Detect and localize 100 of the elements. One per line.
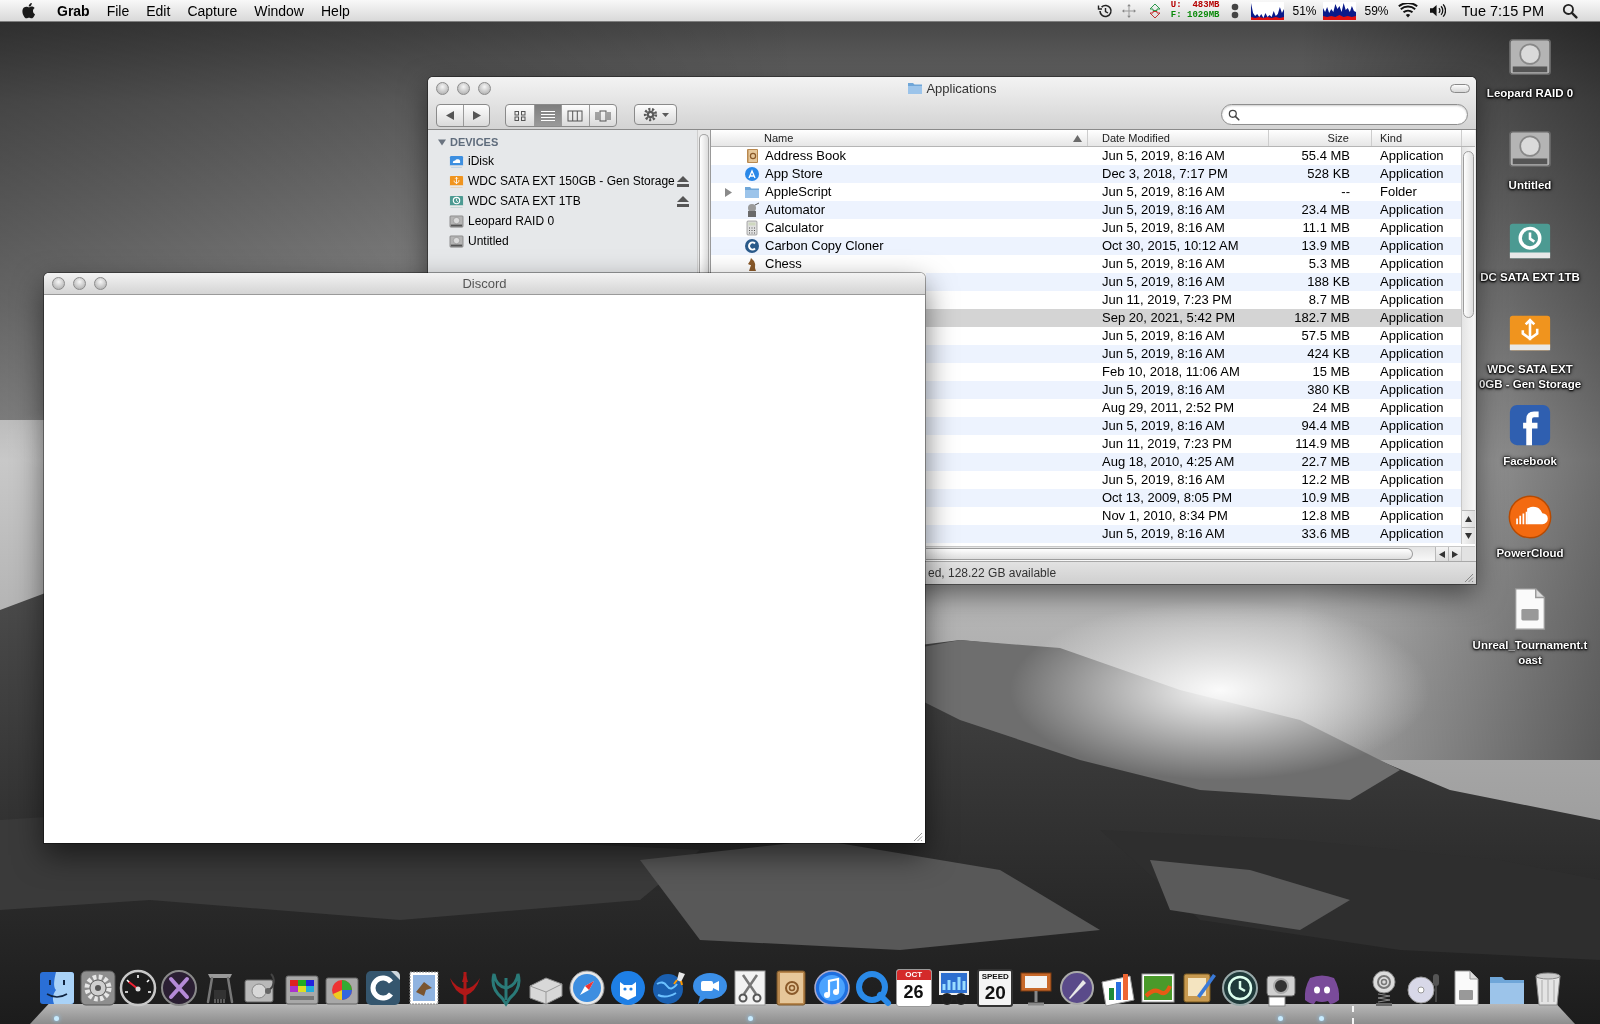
file-row[interactable]: Jun 5, 2019, 8:16 AM 424 KB Application [926,345,1461,363]
modified-date: Jun 5, 2019, 8:16 AM [1101,525,1226,543]
close-button[interactable] [436,81,449,95]
scrollbar-thumb[interactable] [1463,151,1474,318]
menu-item[interactable]: Edit [146,2,171,19]
scroll-right-button[interactable] [1448,547,1461,561]
search-icon[interactable] [1562,2,1578,19]
menu-item[interactable]: File [106,2,130,19]
close-button[interactable] [52,277,65,290]
file-row[interactable]: Automator Jun 5, 2019, 8:16 AM 23.4 MB Application [711,201,1461,219]
modified-date: Aug 18, 2010, 4:25 AM [1101,453,1236,471]
desktop-icon-label[interactable]: Facebook [1503,454,1557,469]
menu-clock[interactable]: Tue 7:15 PM [1461,2,1544,19]
x-disc-icon[interactable] [159,968,200,1008]
scroll-up-button[interactable] [1462,510,1475,527]
file-row[interactable]: Sep 20, 2021, 5:42 PM 182.7 MB Application [926,309,1461,327]
desktop-icon-label[interactable]: DC SATA EXT 1TB [1480,270,1580,285]
menu-item[interactable]: Help [321,2,350,19]
column-header[interactable]: Name [711,130,1088,146]
modified-date: Nov 1, 2010, 8:34 PM [1101,507,1229,525]
disclosure-triangle-icon[interactable] [438,138,446,146]
menu-item[interactable]: Window [254,2,304,19]
letter-c-disc-icon [744,238,760,254]
eject-icon[interactable] [677,195,689,207]
modified-date: Jun 11, 2019, 7:23 PM [1101,291,1233,309]
desktop-icon-label[interactable]: WDC SATA EXT 0GB - Gen Storage [1478,362,1582,392]
disclosure-triangle-icon[interactable] [724,187,732,197]
file-row[interactable]: Jun 5, 2019, 8:16 AM 33.6 MB Application [926,525,1461,543]
desktop-icon-label[interactable]: Untitled [1508,178,1552,193]
sidebar-item[interactable]: Leopard RAID 0 [428,211,697,231]
resize-grip-icon[interactable] [912,831,923,842]
gauge-icon[interactable] [118,968,159,1008]
file-kind: Application [1379,291,1445,309]
wifi-icon[interactable] [1397,2,1418,19]
activity-lights-icon[interactable] [1231,2,1240,19]
file-row[interactable]: App Store Dec 3, 2018, 7:17 PM 528 KB Application [711,165,1461,183]
gear-tile-icon[interactable] [77,968,118,1008]
sidebar-item[interactable]: Untitled [428,231,697,251]
modified-date: Jun 5, 2019, 8:16 AM [1101,219,1226,237]
modified-date: Oct 30, 2015, 10:12 AM [1101,237,1240,255]
file-row[interactable]: Aug 18, 2010, 4:25 AM 22.7 MB Application [926,453,1461,471]
modified-date: Sep 20, 2021, 5:42 PM [1101,309,1236,327]
app-menu-title[interactable]: Grab [57,2,90,19]
history-clock-icon[interactable] [1096,2,1113,19]
eject-icon[interactable] [677,175,689,187]
file-row[interactable]: Jun 5, 2019, 8:16 AM 94.4 MB Application [926,417,1461,435]
history-clock-icon[interactable] [1220,968,1260,1008]
cover-flow-icon [594,109,611,122]
column-header[interactable]: Size [1269,130,1372,146]
zoom-button[interactable] [478,81,491,95]
resize-grip-icon[interactable] [1463,572,1474,583]
apple-logo-icon[interactable] [21,2,36,19]
file-size: 33.6 MB [1300,525,1351,543]
sidebar-item[interactable]: WDC SATA EXT 1TB [428,191,677,211]
scrollbar-thumb[interactable] [699,134,709,273]
move-arrows-icon[interactable] [1120,2,1137,19]
desktop-icon-label[interactable]: Unreal_Tournament.t oast [1472,638,1588,668]
file-row[interactable]: Oct 13, 2009, 8:05 PM 10.9 MB Application [926,489,1461,507]
speed-limit-sign-tile[interactable]: SPEED 20 [977,969,1014,1007]
desktop-icon-label[interactable]: Leopard RAID 0 [1486,86,1574,101]
file-row[interactable]: Jun 5, 2019, 8:16 AM 188 KB Application [926,273,1461,291]
file-kind: Application [1379,471,1445,489]
desktop-icon-label[interactable]: PowerCloud [1496,546,1564,561]
file-size: 424 KB [1306,345,1351,363]
calendar-tile[interactable]: OCT 26 [895,969,932,1007]
modified-date: Jun 11, 2019, 7:23 PM [1101,435,1233,453]
music-note-icon[interactable] [812,968,853,1008]
toolbar-toggle-button[interactable] [1450,83,1470,93]
search-field[interactable] [1221,104,1468,125]
file-row[interactable]: Jun 5, 2019, 8:16 AM 380 KB Application [926,381,1461,399]
file-size: 188 KB [1306,273,1351,291]
file-kind: Application [1379,507,1445,525]
file-row[interactable]: Carbon Copy Cloner Oct 30, 2015, 10:12 AM 13.9 MB Application [711,237,1461,255]
zoom-button[interactable] [94,277,107,290]
activity-graph[interactable] [1323,1,1357,20]
menu-item[interactable]: Capture [187,2,238,19]
sidebar-item[interactable]: WDC SATA EXT 150GB - Gen Storage [428,171,677,191]
activity-graph[interactable] [1251,1,1285,20]
cloud-disc-icon[interactable] [1507,494,1553,540]
column-header[interactable]: Date Modified [1088,130,1269,146]
horizontal-scrollbar[interactable] [926,546,1475,561]
compass-icon[interactable] [567,968,608,1008]
right-triangle-icon [1452,550,1458,558]
vertical-scrollbar[interactable] [1461,147,1475,544]
right-triangle-icon [472,111,481,120]
modified-date: Oct 13, 2009, 8:05 PM [1101,489,1234,507]
list-view-button[interactable] [533,105,561,126]
scroll-left-button[interactable] [1435,547,1448,561]
sidebar-item[interactable]: iDisk [428,151,697,171]
column-header[interactable]: Kind [1372,130,1462,146]
sidebar-scrollbar[interactable] [697,130,710,273]
scrollbar-thumb[interactable] [926,548,1413,560]
volume-icon[interactable] [1428,3,1446,18]
minimize-button[interactable] [457,81,470,95]
file-kind: Application [1379,363,1445,381]
action-menu-button[interactable] [634,104,677,125]
file-size: 11.1 MB [1301,219,1351,237]
file-size: -- [1340,183,1351,201]
scroll-down-button[interactable] [1462,527,1475,544]
minimize-button[interactable] [73,277,86,290]
